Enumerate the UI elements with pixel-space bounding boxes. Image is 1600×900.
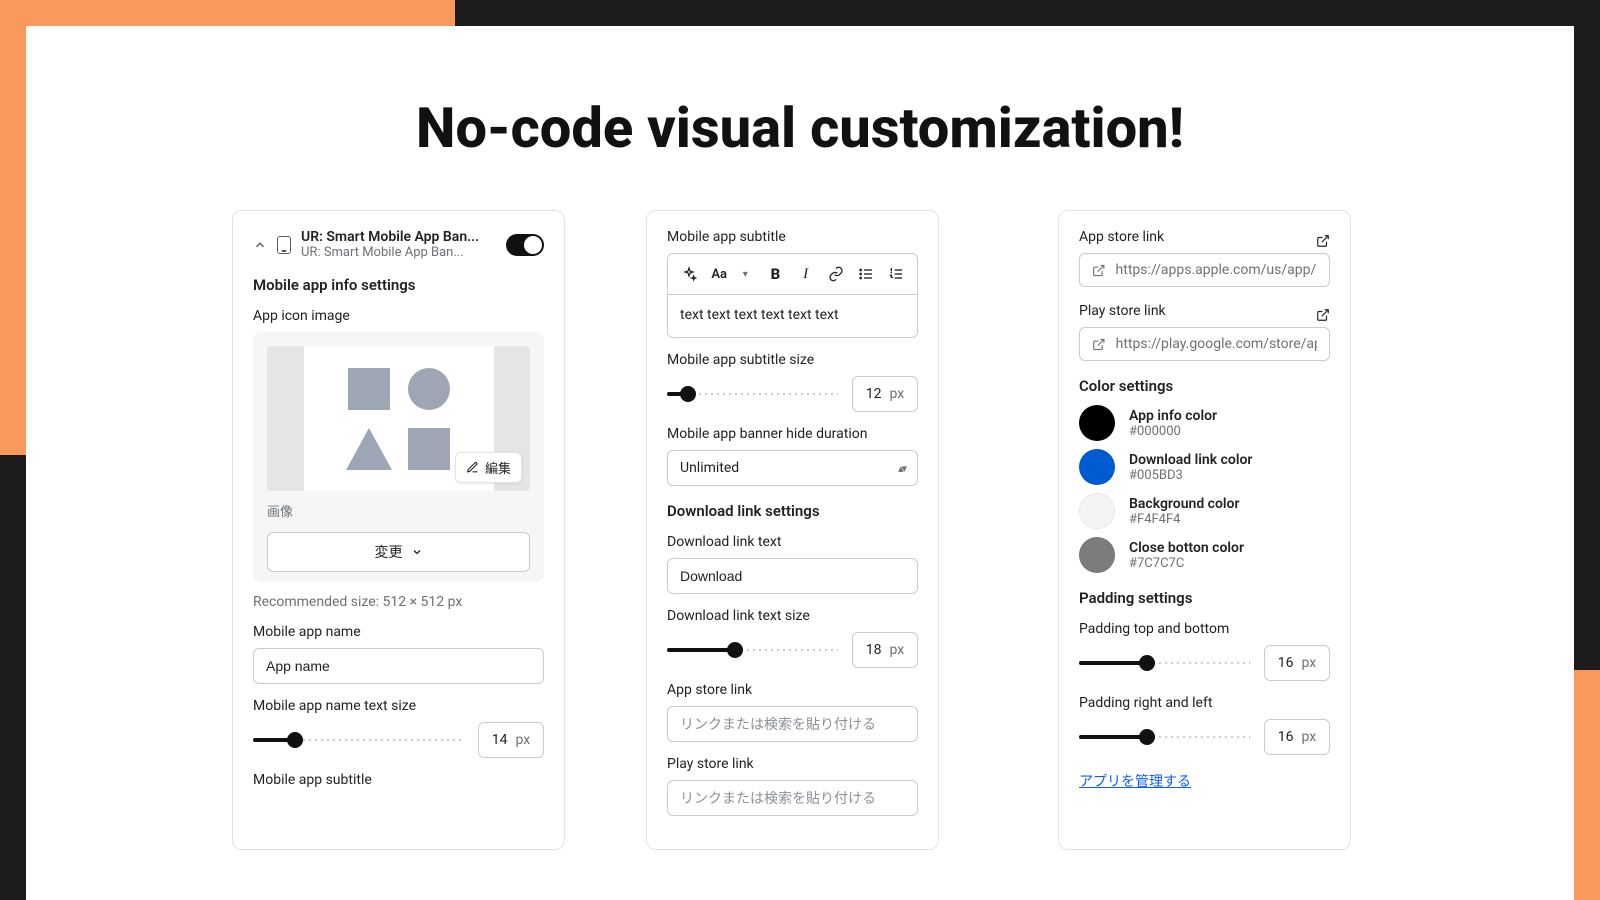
block-subtitle: UR: Smart Mobile App Ban...	[301, 245, 496, 260]
swatch-close	[1079, 537, 1115, 573]
download-text-input[interactable]	[667, 558, 918, 594]
padding-tb-slider[interactable]	[1079, 651, 1250, 675]
swatch-info	[1079, 405, 1115, 441]
external-link-icon[interactable]	[1316, 234, 1330, 248]
block-title: UR: Smart Mobile App Ban...	[301, 229, 496, 245]
subtitle-size-slider[interactable]	[667, 382, 838, 406]
label-download-text: Download link text	[667, 534, 918, 550]
label-play-store-link: Play store link	[1079, 303, 1166, 319]
label-app-subtitle: Mobile app subtitle	[253, 772, 544, 788]
hide-duration-select[interactable]: Unlimited ▴▾	[667, 450, 918, 486]
play-store-url-input[interactable]: https://play.google.com/store/apps	[1079, 327, 1330, 361]
external-link-icon[interactable]	[1316, 308, 1330, 322]
subtitle-size-value[interactable]: 12 px	[852, 376, 918, 412]
section-padding-settings: Padding settings	[1079, 589, 1330, 607]
ordered-list-icon[interactable]	[883, 260, 909, 288]
label-app-store-link: App store link	[667, 682, 918, 698]
paragraph-style-button[interactable]: Aa	[706, 260, 732, 288]
manage-app-link[interactable]: アプリを管理する	[1079, 771, 1191, 791]
padding-rl-slider[interactable]	[1079, 725, 1250, 749]
download-text-size-value[interactable]: 18 px	[852, 632, 918, 668]
label-app-store-link: App store link	[1079, 229, 1164, 245]
padding-tb-value[interactable]: 16 px	[1264, 645, 1330, 681]
app-store-url-input[interactable]: https://apps.apple.com/us/app/shc	[1079, 253, 1330, 287]
label-subtitle-size: Mobile app subtitle size	[667, 352, 918, 368]
label-hide-duration: Mobile app banner hide duration	[667, 426, 918, 442]
label-subtitle: Mobile app subtitle	[667, 229, 918, 245]
edit-label: 編集	[485, 458, 511, 477]
italic-button[interactable]: I	[793, 260, 819, 288]
external-link-icon	[1092, 337, 1106, 352]
app-name-size-slider[interactable]	[253, 728, 464, 752]
color-app-info[interactable]: App info color #000000	[1079, 405, 1330, 441]
placeholder-shapes-icon	[344, 364, 454, 474]
change-label: 変更	[375, 542, 403, 562]
visibility-toggle[interactable]	[506, 234, 544, 256]
recommended-size: Recommended size: 512 × 512 px	[253, 594, 544, 610]
color-close-button[interactable]: Close botton color #7C7C7C	[1079, 537, 1330, 573]
swatch-background	[1079, 493, 1115, 529]
mobile-icon	[277, 236, 291, 254]
rich-text-toolbar: Aa ▾ B I	[667, 253, 918, 294]
label-app-name: Mobile app name	[253, 624, 544, 640]
app-store-link-input[interactable]	[667, 706, 918, 742]
subtitle-textarea[interactable]: text text text text text text	[667, 294, 918, 338]
label-download-text-size: Download link text size	[667, 608, 918, 624]
panel-subtitle-download: Mobile app subtitle Aa ▾ B I text text t…	[646, 210, 939, 850]
section-mobile-app-info: Mobile app info settings	[253, 276, 544, 294]
padding-rl-value[interactable]: 16 px	[1264, 719, 1330, 755]
image-card: 編集 画像 変更	[253, 332, 544, 582]
section-download-link: Download link settings	[667, 502, 918, 520]
label-app-name-size: Mobile app name text size	[253, 698, 544, 714]
panel-app-info: UR: Smart Mobile App Ban... UR: Smart Mo…	[232, 210, 565, 850]
section-color-settings: Color settings	[1079, 377, 1330, 395]
sparkle-icon[interactable]	[676, 260, 702, 288]
color-background[interactable]: Background color #F4F4F4	[1079, 493, 1330, 529]
edit-image-button[interactable]: 編集	[455, 452, 522, 483]
color-download-link[interactable]: Download link color #005BD3	[1079, 449, 1330, 485]
swatch-download	[1079, 449, 1115, 485]
label-padding-rl: Padding right and left	[1079, 695, 1330, 711]
play-store-link-input[interactable]	[667, 780, 918, 816]
app-name-input[interactable]	[253, 648, 544, 684]
chevron-down-icon[interactable]: ▾	[732, 260, 758, 288]
image-caption: 画像	[267, 501, 530, 520]
label-padding-tb: Padding top and bottom	[1079, 621, 1330, 637]
panel-colors-padding: App store link https://apps.apple.com/us…	[1058, 210, 1351, 850]
chevron-down-icon	[411, 546, 423, 558]
image-preview: 編集	[267, 346, 530, 491]
chevron-up-icon[interactable]	[253, 238, 267, 252]
label-play-store-link: Play store link	[667, 756, 918, 772]
bullets-icon[interactable]	[853, 260, 879, 288]
change-image-button[interactable]: 変更	[267, 532, 530, 572]
label-app-icon-image: App icon image	[253, 308, 544, 324]
page-headline: No-code visual customization!	[0, 95, 1600, 161]
app-name-size-value[interactable]: 14 px	[478, 722, 544, 758]
stepper-icon: ▴▾	[898, 462, 905, 475]
bold-button[interactable]: B	[762, 260, 788, 288]
link-icon[interactable]	[823, 260, 849, 288]
download-text-size-slider[interactable]	[667, 638, 838, 662]
external-link-icon	[1092, 263, 1106, 278]
